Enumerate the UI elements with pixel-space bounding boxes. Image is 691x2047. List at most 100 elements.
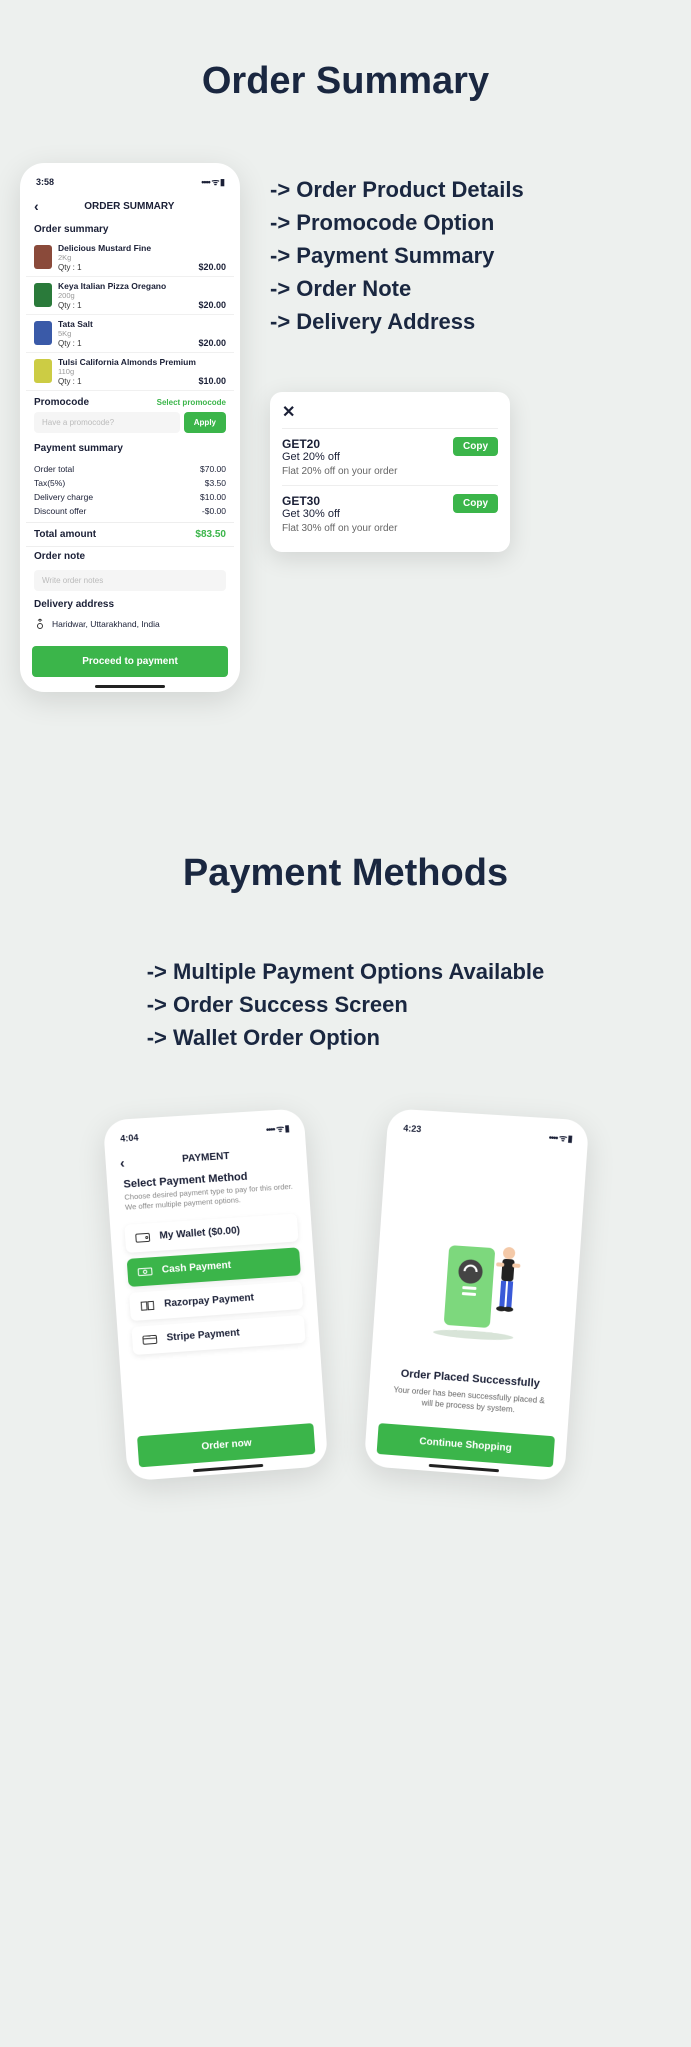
item-qty: Qty : 1 bbox=[58, 263, 82, 272]
item-variant: 2Kg bbox=[58, 253, 226, 262]
feature-item: -> Wallet Order Option bbox=[147, 1021, 545, 1054]
summary-label: Delivery charge bbox=[34, 492, 93, 502]
summary-row: Discount offer -$0.00 bbox=[34, 504, 226, 518]
payment-option-label: Cash Payment bbox=[161, 1260, 231, 1276]
app-bar: ‹ ORDER SUMMARY bbox=[26, 192, 234, 220]
order-item: Tulsi California Almonds Premium 110g Qt… bbox=[26, 353, 234, 391]
payment-summary-heading: Payment summary bbox=[26, 439, 234, 458]
summary-row: Tax(5%) $3.50 bbox=[34, 476, 226, 490]
item-name: Delicious Mustard Fine bbox=[58, 243, 226, 253]
order-item: Delicious Mustard Fine 2Kg Qty : 1 $20.0… bbox=[26, 239, 234, 277]
phone-payment: 4:04 •••• ᯤ ▮ ‹ PAYMENT Select Payment M… bbox=[102, 1108, 327, 1481]
item-price: $20.00 bbox=[198, 262, 226, 272]
item-qty: Qty : 1 bbox=[58, 339, 82, 348]
payment-option-label: Razorpay Payment bbox=[163, 1292, 253, 1309]
promo-description: Flat 20% off on your order bbox=[282, 466, 498, 477]
select-promocode-link[interactable]: Select promocode bbox=[157, 398, 226, 407]
delivery-address-heading: Delivery address bbox=[26, 595, 234, 614]
status-icons: •••• ᯤ ▮ bbox=[548, 1130, 572, 1144]
summary-row: Order total $70.00 bbox=[34, 462, 226, 476]
continue-shopping-button[interactable]: Continue Shopping bbox=[376, 1423, 554, 1467]
product-image bbox=[34, 321, 52, 345]
promo-card: GET30 Get 30% off Copy Flat 30% off on y… bbox=[282, 485, 498, 542]
promo-code: GET30 bbox=[282, 494, 340, 508]
copy-button[interactable]: Copy bbox=[453, 494, 498, 513]
status-icons: •••• ᯤ ▮ bbox=[265, 1121, 289, 1135]
order-summary-heading: Order summary bbox=[26, 220, 234, 239]
summary-label: Tax(5%) bbox=[34, 478, 65, 488]
payment-option-label: Stripe Payment bbox=[166, 1327, 240, 1343]
promocode-popup: ✕ GET20 Get 20% off Copy Flat 20% off on… bbox=[270, 392, 510, 552]
status-bar: 3:58 •••• ᯤ ▮ bbox=[26, 171, 234, 192]
feature-item: -> Order Success Screen bbox=[147, 988, 545, 1021]
app-bar-title: ORDER SUMMARY bbox=[47, 201, 226, 212]
location-icon bbox=[34, 618, 46, 630]
summary-label: Order total bbox=[34, 464, 74, 474]
summary-value: $70.00 bbox=[200, 464, 226, 474]
promo-offer: Get 20% off bbox=[282, 451, 340, 463]
payment-option-stripe[interactable]: Stripe Payment bbox=[131, 1314, 305, 1354]
summary-label: Discount offer bbox=[34, 506, 86, 516]
item-name: Keya Italian Pizza Oregano bbox=[58, 281, 226, 291]
close-icon[interactable]: ✕ bbox=[282, 402, 498, 428]
item-price: $20.00 bbox=[198, 338, 226, 348]
order-item: Keya Italian Pizza Oregano 200g Qty : 1 … bbox=[26, 277, 234, 315]
copy-button[interactable]: Copy bbox=[453, 437, 498, 456]
feature-item: -> Multiple Payment Options Available bbox=[147, 955, 545, 988]
promo-offer: Get 30% off bbox=[282, 508, 340, 520]
item-price: $20.00 bbox=[198, 300, 226, 310]
summary-value: -$0.00 bbox=[202, 506, 226, 516]
promocode-input[interactable]: Have a promocode? bbox=[34, 412, 180, 433]
feature-list: -> Multiple Payment Options Available ->… bbox=[147, 955, 545, 1054]
summary-value: $3.50 bbox=[205, 478, 226, 488]
back-icon[interactable]: ‹ bbox=[119, 1155, 125, 1171]
section-title-order: Order Summary bbox=[20, 60, 671, 103]
item-qty: Qty : 1 bbox=[58, 301, 82, 310]
payment-option-razorpay[interactable]: Razorpay Payment bbox=[128, 1281, 302, 1321]
promo-card: GET20 Get 20% off Copy Flat 20% off on y… bbox=[282, 428, 498, 485]
wallet-icon bbox=[134, 1231, 151, 1244]
cash-icon bbox=[137, 1265, 154, 1278]
card-icon bbox=[142, 1333, 159, 1346]
item-variant: 5Kg bbox=[58, 329, 226, 338]
summary-value: $10.00 bbox=[200, 492, 226, 502]
item-variant: 200g bbox=[58, 291, 226, 300]
feature-item: -> Order Product Details bbox=[270, 173, 524, 206]
home-indicator bbox=[95, 685, 165, 688]
feature-item: -> Promocode Option bbox=[270, 206, 524, 239]
payment-option-wallet[interactable]: My Wallet ($0.00) bbox=[124, 1213, 298, 1252]
status-time: 3:58 bbox=[36, 177, 54, 187]
item-variant: 110g bbox=[58, 367, 226, 376]
feature-item: -> Delivery Address bbox=[270, 305, 524, 338]
app-bar-title: PAYMENT bbox=[132, 1146, 292, 1167]
promocode-heading: Promocode bbox=[34, 397, 89, 408]
status-time: 4:23 bbox=[403, 1123, 422, 1134]
total-label: Total amount bbox=[34, 529, 96, 540]
product-image bbox=[34, 283, 52, 307]
order-now-button[interactable]: Order now bbox=[137, 1423, 315, 1467]
phone-order-summary: 3:58 •••• ᯤ ▮ ‹ ORDER SUMMARY Order summ… bbox=[20, 163, 240, 692]
summary-row: Delivery charge $10.00 bbox=[34, 490, 226, 504]
order-item: Tata Salt 5Kg Qty : 1 $20.00 bbox=[26, 315, 234, 353]
order-note-input[interactable]: Write order notes bbox=[34, 570, 226, 591]
item-name: Tata Salt bbox=[58, 319, 226, 329]
razorpay-icon bbox=[139, 1299, 156, 1312]
item-qty: Qty : 1 bbox=[58, 377, 82, 386]
item-price: $10.00 bbox=[198, 376, 226, 386]
total-amount: $83.50 bbox=[195, 529, 226, 540]
feature-item: -> Order Note bbox=[270, 272, 524, 305]
product-image bbox=[34, 245, 52, 269]
delivery-address[interactable]: Haridwar, Uttarakhand, India bbox=[26, 614, 234, 638]
phone-success: 4:23 •••• ᯤ ▮ bbox=[363, 1108, 588, 1481]
payment-option-label: My Wallet ($0.00) bbox=[159, 1225, 240, 1241]
item-name: Tulsi California Almonds Premium bbox=[58, 357, 226, 367]
proceed-payment-button[interactable]: Proceed to payment bbox=[32, 646, 228, 677]
back-icon[interactable]: ‹ bbox=[34, 198, 39, 214]
apply-button[interactable]: Apply bbox=[184, 412, 226, 433]
feature-item: -> Payment Summary bbox=[270, 239, 524, 272]
payment-option-cash[interactable]: Cash Payment bbox=[126, 1247, 300, 1287]
total-row: Total amount $83.50 bbox=[26, 522, 234, 547]
home-indicator bbox=[192, 1464, 262, 1472]
promo-description: Flat 30% off on your order bbox=[282, 523, 498, 534]
status-time: 4:04 bbox=[119, 1132, 138, 1143]
